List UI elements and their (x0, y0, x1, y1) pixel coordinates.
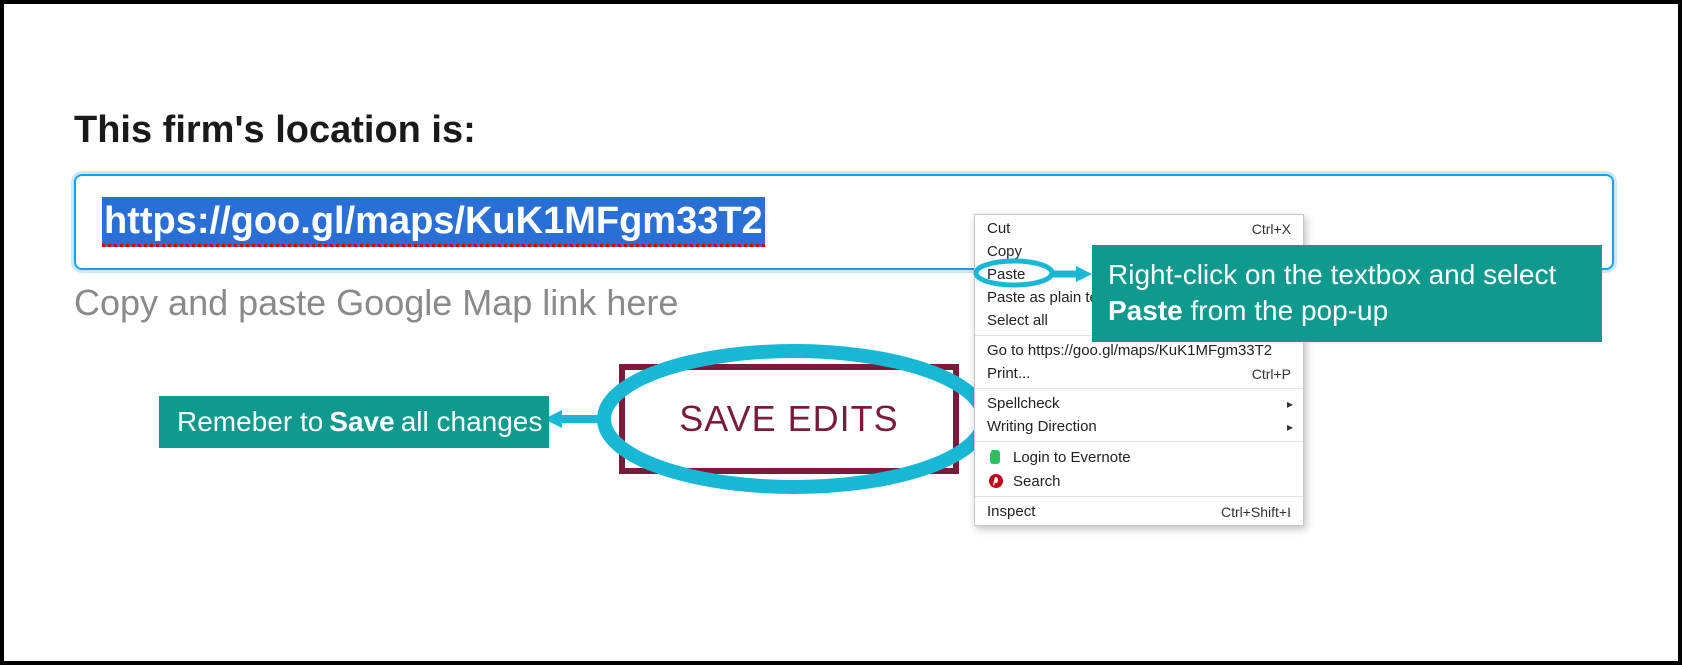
menu-label: Go to https://goo.gl/maps/KuK1MFgm33T2 (987, 342, 1291, 359)
menu-shortcut: Ctrl+P (1252, 366, 1291, 382)
menu-item-pinterest-search[interactable]: Search (975, 469, 1303, 493)
menu-separator (975, 388, 1303, 389)
menu-shortcut: Ctrl+Shift+I (1221, 504, 1291, 520)
menu-label: Inspect (987, 503, 1221, 520)
url-input-helper: Copy and paste Google Map link here (74, 282, 678, 324)
callout-save-suffix: all changes (401, 406, 543, 438)
menu-label: Login to Evernote (1013, 449, 1291, 466)
menu-label: Spellcheck (987, 395, 1291, 412)
callout-paste-suffix: from the pop-up (1183, 295, 1388, 326)
submenu-caret-icon: ▸ (1287, 420, 1293, 434)
menu-item-spellcheck[interactable]: Spellcheck ▸ (975, 392, 1303, 415)
menu-separator (975, 441, 1303, 442)
section-heading: This firm's location is: (74, 109, 476, 152)
menu-item-evernote[interactable]: Login to Evernote (975, 445, 1303, 469)
callout-save: Remeber to Save all changes (159, 396, 549, 448)
callout-save-prefix: Remeber to (177, 406, 323, 438)
menu-item-print[interactable]: Print... Ctrl+P (975, 362, 1303, 385)
save-edits-button[interactable]: SAVE EDITS (619, 364, 959, 474)
menu-item-inspect[interactable]: Inspect Ctrl+Shift+I (975, 500, 1303, 523)
content-area: This firm's location is: https://goo.gl/… (4, 4, 1678, 661)
callout-paste-bold: Paste (1108, 295, 1183, 326)
menu-label: Cut (987, 220, 1252, 237)
menu-item-cut[interactable]: Cut Ctrl+X (975, 217, 1303, 240)
menu-label: Search (1013, 473, 1291, 490)
callout-paste: Right-click on the textbox and select Pa… (1092, 245, 1602, 342)
menu-separator (975, 496, 1303, 497)
arrow-left-icon (544, 408, 609, 430)
menu-shortcut: Ctrl+X (1252, 221, 1291, 237)
screenshot-frame: This firm's location is: https://goo.gl/… (0, 0, 1682, 665)
submenu-caret-icon: ▸ (1287, 397, 1293, 411)
menu-item-writing-direction[interactable]: Writing Direction ▸ (975, 415, 1303, 438)
pinterest-icon (987, 472, 1005, 490)
menu-label: Writing Direction (987, 418, 1291, 435)
callout-paste-prefix: Right-click on the textbox and select (1108, 259, 1556, 290)
url-input-selection: https://goo.gl/maps/KuK1MFgm33T2 (102, 197, 765, 248)
evernote-icon (987, 448, 1005, 466)
menu-item-goto-url[interactable]: Go to https://goo.gl/maps/KuK1MFgm33T2 (975, 339, 1303, 362)
menu-label: Print... (987, 365, 1252, 382)
save-edits-label: SAVE EDITS (679, 398, 898, 440)
callout-save-bold: Save (329, 406, 394, 438)
